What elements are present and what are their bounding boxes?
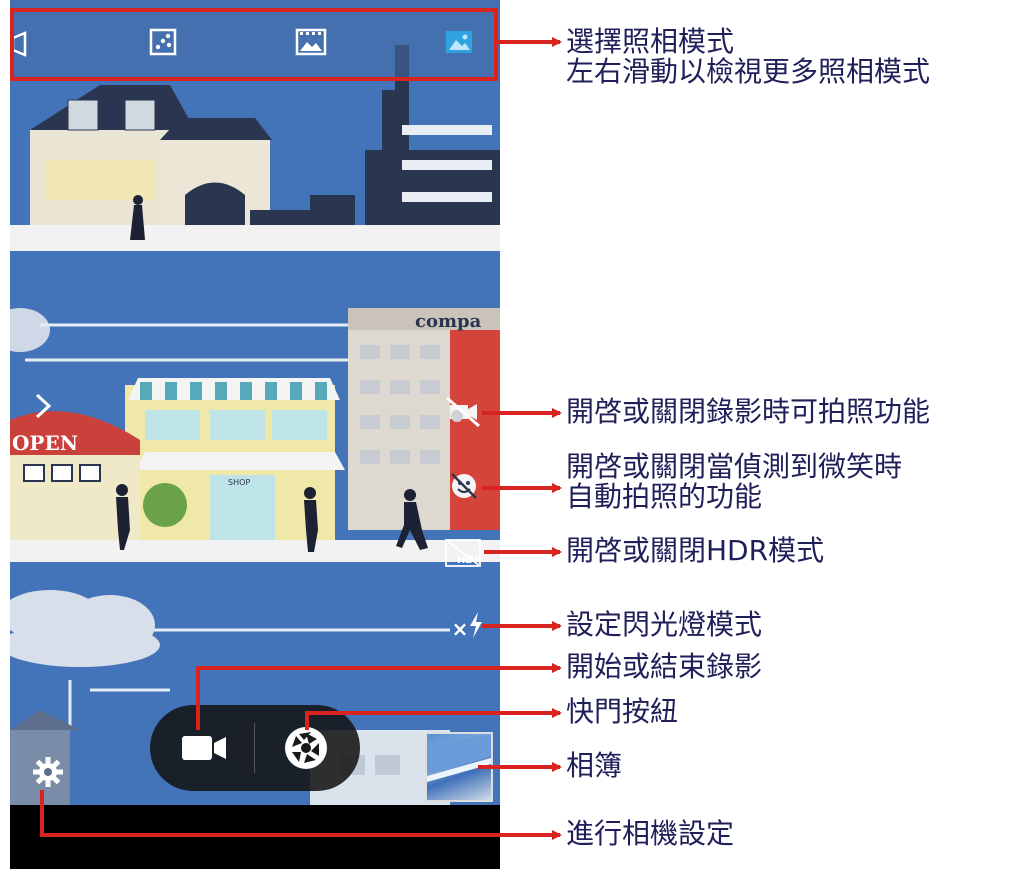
callout-smile-line1: 開啓或關閉當偵測到微笑時 (566, 450, 903, 483)
callout-flash: 設定閃光燈模式 (566, 608, 763, 641)
callout-smile-line2: 自動拍照的功能 (566, 480, 763, 513)
callout-smile-shot: 開啓或關閉當偵測到微笑時 自動拍照的功能 (566, 452, 902, 512)
callout-settings: 進行相機設定 (566, 817, 735, 850)
callout-hdr: 開啓或關閉HDR模式 (566, 534, 825, 567)
callout-select-mode: 選擇照相模式 左右滑動以檢視更多照相模式 (566, 27, 930, 87)
callout-mode-line2: 左右滑動以檢視更多照相模式 (566, 55, 931, 88)
annotation-arrows (40, 37, 562, 840)
callout-shutter: 快門按紐 (566, 695, 679, 728)
callout-album: 相簿 (566, 749, 623, 782)
callout-photo-in-video: 開啓或關閉錄影時可拍照功能 (566, 395, 931, 428)
callout-record: 開始或結束錄影 (566, 650, 763, 683)
callout-mode-line1: 選擇照相模式 (566, 25, 735, 58)
